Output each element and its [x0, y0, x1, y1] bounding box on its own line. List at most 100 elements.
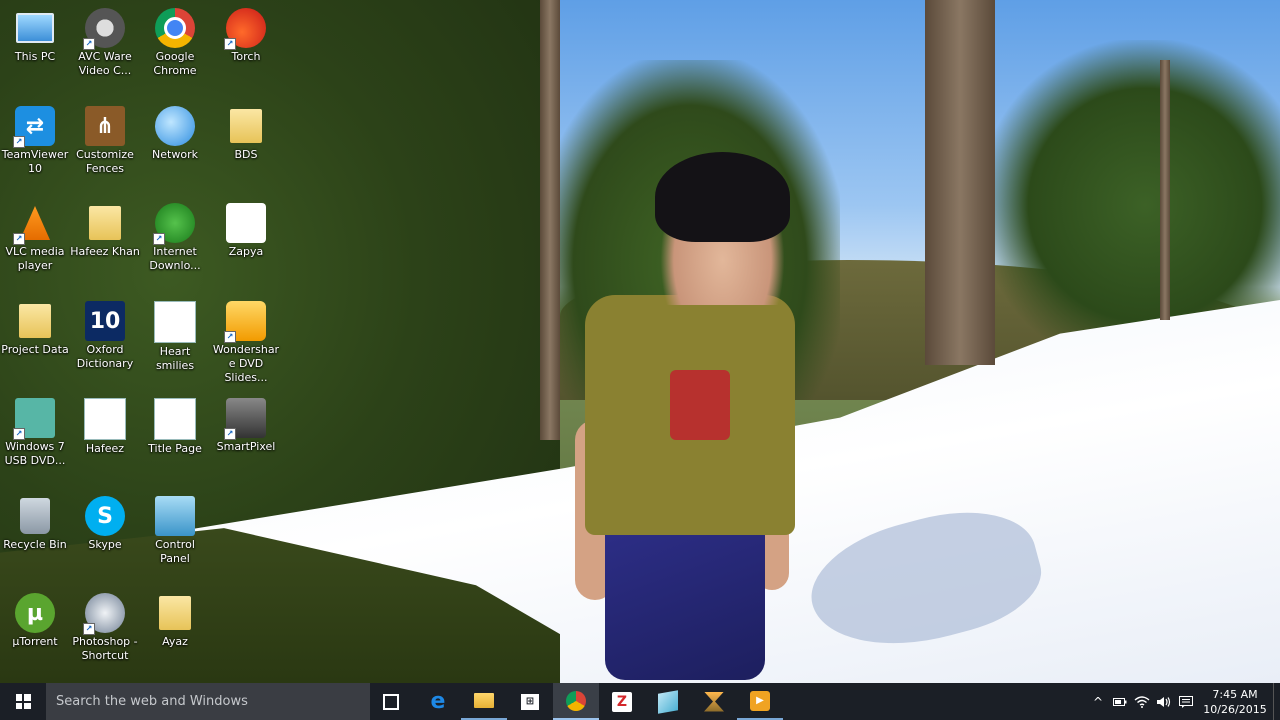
taskbar-cube-app-button[interactable]: [645, 683, 691, 720]
desktop-icon-hafeez[interactable]: W Hafeez: [70, 392, 140, 456]
desktop-icon-fences[interactable]: ⋔ Customize Fences: [70, 100, 140, 176]
task-view-icon: [383, 693, 399, 710]
desktop-icon-utorrent[interactable]: µ µTorrent: [0, 587, 70, 649]
taskbar-store-button[interactable]: ⊞: [507, 683, 553, 720]
show-desktop-button[interactable]: [1273, 683, 1280, 720]
desktop-icon-hafeez-khan[interactable]: Hafeez Khan: [70, 197, 140, 259]
teamviewer-icon: ⇄ ↗: [13, 106, 55, 148]
desktop-icon-title-page[interactable]: W Title Page: [140, 392, 210, 456]
desktop-icon-avc-ware[interactable]: ↗ AVC Ware Video C...: [70, 2, 140, 78]
internet-download-manager-icon: ↗: [153, 203, 195, 245]
media-player-icon: ▶: [750, 690, 770, 711]
start-button[interactable]: [0, 683, 46, 720]
desktop-icon-bds[interactable]: BDS: [211, 100, 281, 162]
taskbar-file-explorer-button[interactable]: [461, 683, 507, 720]
desktop-icon-grid: This PC ⇄ ↗ TeamViewer 10 ↗ VLC media pla…: [0, 0, 290, 683]
show-hidden-icons-chevron-icon[interactable]: ^: [1087, 683, 1109, 720]
network-globe-icon: [155, 106, 195, 146]
word-document-icon: W: [154, 398, 196, 440]
desktop-icon-zapya[interactable]: Z Zapya: [211, 197, 281, 259]
taskbar-zapya-button[interactable]: Z: [599, 683, 645, 720]
desktop-icon-network[interactable]: Network: [140, 100, 210, 162]
desktop-icon-label: Title Page: [148, 442, 202, 455]
desktop-icon-label: Heart smilies: [155, 345, 195, 372]
computer-icon: [15, 8, 55, 48]
desktop-icon-teamviewer[interactable]: ⇄ ↗ TeamViewer 10: [0, 100, 70, 176]
edge-icon: e: [430, 689, 446, 714]
desktop-icon-photoshop[interactable]: ↗ Photoshop - Shortcut: [70, 587, 140, 663]
chrome-icon: [155, 8, 195, 48]
clock-date: 10/26/2015: [1203, 702, 1267, 716]
wondershare-dvd-icon: ↗: [224, 301, 266, 343]
desktop-icon-vlc[interactable]: ↗ VLC media player: [0, 197, 70, 273]
desktop-icon-wondershare[interactable]: ↗ Wondershare DVD Slides...: [211, 295, 281, 385]
desktop-icon-oxford-dictionary[interactable]: 10 Oxford Dictionary: [70, 295, 140, 371]
desktop-icon-google-chrome[interactable]: Google Chrome: [140, 2, 210, 78]
taskbar: e ⊞ Z ▶ ^ 7:45 AM 10/26/2015: [0, 683, 1280, 720]
desktop-icon-smartpixel[interactable]: ↗ SmartPixel: [211, 392, 281, 454]
wallpaper-tree-trunk: [1160, 60, 1170, 320]
desktop-icon-project-data[interactable]: Project Data: [0, 295, 70, 357]
desktop-icon-label: SmartPixel: [216, 440, 276, 453]
taskbar-edge-button[interactable]: e: [415, 683, 461, 720]
utorrent-icon: µ: [15, 593, 55, 633]
desktop-icon-label: This PC: [14, 50, 56, 63]
photoshop-icon: ↗: [83, 593, 125, 635]
desktop-icon-idm[interactable]: ↗ Internet Downlo...: [140, 197, 210, 273]
taskbar-media-player-button[interactable]: ▶: [737, 683, 783, 720]
desktop-icon-label: µTorrent: [12, 635, 58, 648]
desktop-icon-label: Photoshop - Shortcut: [72, 635, 138, 662]
word-document-icon: W: [154, 301, 196, 343]
folder-icon: [226, 106, 266, 146]
volume-speaker-icon[interactable]: [1153, 683, 1175, 720]
film-reel-icon: ↗: [83, 8, 125, 50]
clock-time: 7:45 AM: [1212, 687, 1258, 701]
control-panel-icon: [155, 496, 195, 536]
action-center-icon[interactable]: [1175, 683, 1197, 720]
desktop-icon-label: Customize Fences: [76, 148, 134, 175]
windows-logo-icon: [15, 694, 31, 709]
desktop-icon-label: TeamViewer 10: [1, 148, 69, 175]
zapya-icon: Z: [226, 203, 266, 243]
desktop-icon-label: Torch: [231, 50, 261, 63]
desktop-icon-label: BDS: [234, 148, 258, 161]
desktop-icon-control-panel[interactable]: Control Panel: [140, 490, 210, 566]
taskbar-search-box[interactable]: [46, 683, 370, 720]
power-battery-icon[interactable]: [1109, 683, 1131, 720]
desktop-icon-ayaz[interactable]: Ayaz: [140, 587, 210, 649]
desktop-icon-torch[interactable]: ↗ Torch: [211, 2, 281, 64]
desktop-icon-label: Hafeez Khan: [70, 245, 140, 258]
wallpaper-tree-trunk: [540, 0, 560, 440]
taskbar-chrome-button[interactable]: [553, 683, 599, 720]
desktop-icon-heart-smilies[interactable]: W Heart smilies: [140, 295, 210, 373]
desktop-icon-label: Oxford Dictionary: [76, 343, 134, 370]
desktop-icon-label: Skype: [88, 538, 122, 551]
taskbar-task-view-button[interactable]: [368, 683, 414, 720]
wallpaper-forest-right: [980, 40, 1280, 340]
desktop-icon-label: Internet Downlo...: [149, 245, 201, 272]
wallpaper-tree-trunk: [925, 0, 995, 365]
desktop-icon-windows7-usb[interactable]: ↗ Windows 7 USB DVD...: [0, 392, 70, 468]
recycle-bin-icon: [15, 496, 55, 536]
desktop-icon-label: Project Data: [1, 343, 69, 356]
taskbar-clock[interactable]: 7:45 AM 10/26/2015: [1197, 687, 1273, 717]
desktop-icon-label: Google Chrome: [153, 50, 197, 77]
desktop-icon-recycle-bin[interactable]: Recycle Bin: [0, 490, 70, 552]
desktop-icon-label: Ayaz: [162, 635, 188, 648]
wifi-network-icon[interactable]: [1131, 683, 1153, 720]
desktop-icon-skype[interactable]: S Skype: [70, 490, 140, 552]
vlc-cone-icon: ↗: [13, 203, 55, 245]
hourglass-app-icon: [704, 691, 724, 712]
system-tray: ^ 7:45 AM 10/26/2015: [1087, 683, 1280, 720]
desktop-icon-label: Windows 7 USB DVD...: [4, 440, 66, 467]
desktop-icon-label: Zapya: [228, 245, 264, 258]
taskbar-hourglass-app-button[interactable]: [691, 683, 737, 720]
desktop-icon-label: Hafeez: [85, 442, 125, 455]
taskbar-search-input[interactable]: [46, 693, 358, 710]
oxford-dictionary-icon: 10: [85, 301, 125, 341]
store-icon: ⊞: [521, 693, 539, 710]
skype-icon: S: [85, 496, 125, 536]
smartpixel-icon: ↗: [224, 398, 266, 440]
wallpaper-shirt-print: [670, 370, 730, 440]
desktop-icon-this-pc[interactable]: This PC: [0, 2, 70, 64]
